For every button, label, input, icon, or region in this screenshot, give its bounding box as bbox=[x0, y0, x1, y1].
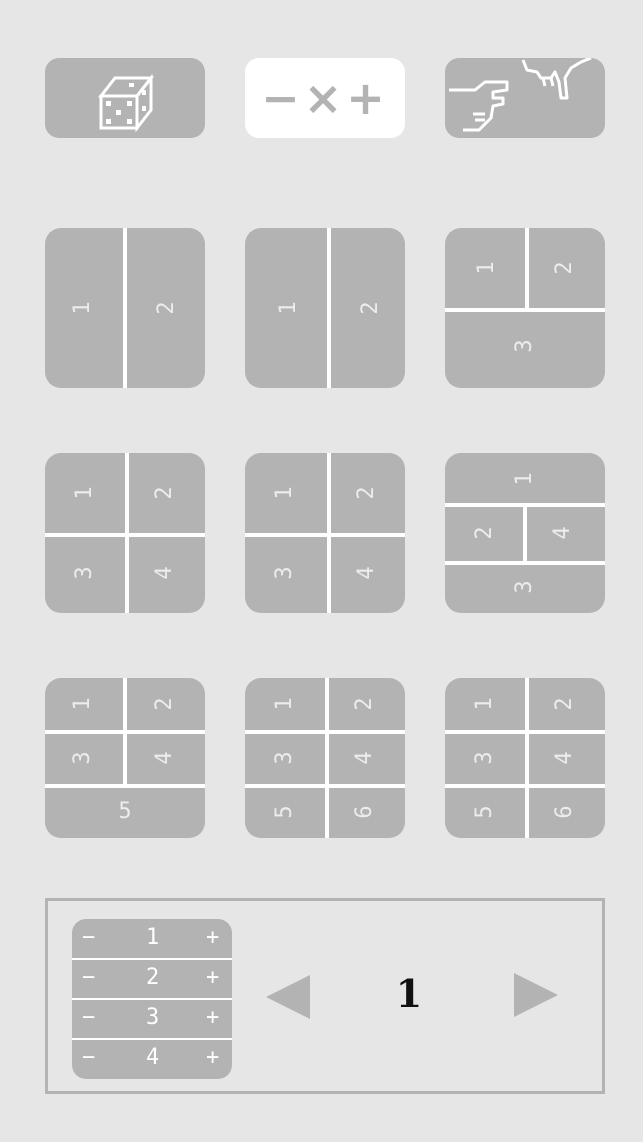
tile-divider bbox=[445, 308, 605, 312]
counter-row: − 1 + bbox=[72, 919, 232, 960]
region-label: 2 bbox=[152, 697, 177, 711]
layout-tile-two-vertical-a[interactable]: 12 bbox=[45, 228, 205, 388]
increment-button[interactable]: + bbox=[206, 965, 219, 990]
tile-divider bbox=[123, 678, 127, 784]
region-label: 2 bbox=[358, 301, 383, 315]
region-label: 5 bbox=[118, 799, 132, 824]
region-label: 6 bbox=[352, 805, 377, 819]
tile-divider bbox=[445, 561, 605, 565]
layout-tile-six-b[interactable]: 1 2 3 4 5 6 bbox=[445, 678, 605, 838]
region-label: 3 bbox=[272, 751, 297, 765]
tile-divider bbox=[525, 678, 529, 838]
region-label: 1 bbox=[276, 301, 301, 315]
dice-button[interactable] bbox=[45, 58, 205, 138]
increment-button[interactable]: + bbox=[206, 1045, 219, 1070]
region-label: 3 bbox=[70, 751, 95, 765]
tile-divider bbox=[327, 453, 331, 613]
layout-tile-four-grid-b[interactable]: 1 2 3 4 bbox=[245, 453, 405, 613]
region-label: 3 bbox=[72, 566, 97, 580]
counter-toggle-label: −×+ bbox=[261, 71, 389, 125]
decrement-button[interactable]: − bbox=[82, 965, 95, 990]
region-label: 2 bbox=[552, 697, 577, 711]
region-label: 6 bbox=[552, 805, 577, 819]
layout-tile-five[interactable]: 1 2 3 4 5 bbox=[45, 678, 205, 838]
pointing-hands-icon bbox=[449, 58, 592, 132]
region-label: 1 bbox=[512, 472, 537, 486]
region-label: 2 bbox=[154, 301, 179, 315]
dice-icon bbox=[97, 73, 155, 133]
tile-divider bbox=[123, 228, 127, 388]
tile-divider bbox=[523, 505, 527, 561]
region-label: 3 bbox=[472, 751, 497, 765]
tile-divider bbox=[125, 453, 129, 613]
next-arrow-icon[interactable] bbox=[514, 973, 558, 1017]
decrement-button[interactable]: − bbox=[82, 1005, 95, 1030]
counter-label: 3 bbox=[146, 1005, 160, 1030]
region-label: 4 bbox=[552, 751, 577, 765]
counter-label: 1 bbox=[146, 925, 160, 950]
tile-divider bbox=[327, 228, 331, 388]
counter-toggle-button[interactable]: −×+ bbox=[245, 58, 405, 138]
previous-arrow-icon[interactable] bbox=[266, 975, 310, 1019]
region-label: 1 bbox=[272, 486, 297, 500]
increment-button[interactable]: + bbox=[206, 925, 219, 950]
region-label: 3 bbox=[512, 339, 537, 353]
page-number: 1 bbox=[395, 971, 423, 1016]
layout-tile-two-vertical-b[interactable]: 12 bbox=[245, 228, 405, 388]
counter-rows: − 1 + − 2 + − 3 + − 4 + bbox=[72, 919, 232, 1079]
region-label: 2 bbox=[152, 486, 177, 500]
pointing-hands-button[interactable] bbox=[445, 58, 605, 138]
region-label: 4 bbox=[550, 526, 575, 540]
region-label: 1 bbox=[474, 261, 499, 275]
region-label: 2 bbox=[354, 486, 379, 500]
region-label: 2 bbox=[472, 526, 497, 540]
region-label: 1 bbox=[272, 697, 297, 711]
region-label: 4 bbox=[152, 566, 177, 580]
region-label: 4 bbox=[354, 566, 379, 580]
counter-label: 2 bbox=[146, 965, 160, 990]
increment-button[interactable]: + bbox=[206, 1005, 219, 1030]
region-label: 3 bbox=[512, 580, 537, 594]
region-label: 1 bbox=[70, 301, 95, 315]
region-label: 5 bbox=[272, 805, 297, 819]
layout-tile-four-cross[interactable]: 1 2 4 3 bbox=[445, 453, 605, 613]
tile-divider bbox=[245, 533, 405, 537]
decrement-button[interactable]: − bbox=[82, 925, 95, 950]
region-label: 1 bbox=[72, 486, 97, 500]
region-label: 4 bbox=[352, 751, 377, 765]
region-label: 2 bbox=[552, 261, 577, 275]
tile-divider bbox=[525, 228, 529, 308]
region-label: 1 bbox=[472, 697, 497, 711]
decrement-button[interactable]: − bbox=[82, 1045, 95, 1070]
layout-tile-six-a[interactable]: 1 2 3 4 5 6 bbox=[245, 678, 405, 838]
region-label: 1 bbox=[70, 697, 95, 711]
tile-divider bbox=[45, 784, 205, 788]
counter-label: 4 bbox=[146, 1045, 160, 1070]
region-label: 3 bbox=[272, 566, 297, 580]
tile-divider bbox=[325, 678, 329, 838]
counter-row: − 4 + bbox=[72, 1039, 232, 1079]
counter-row: − 2 + bbox=[72, 959, 232, 1000]
region-label: 4 bbox=[152, 751, 177, 765]
region-label: 5 bbox=[472, 805, 497, 819]
layout-tile-three-top-two-bottom-one[interactable]: 1 2 3 bbox=[445, 228, 605, 388]
layout-tile-four-grid-a[interactable]: 1 2 3 4 bbox=[45, 453, 205, 613]
counter-row: − 3 + bbox=[72, 999, 232, 1040]
counter-panel: − 1 + − 2 + − 3 + − 4 + 1 bbox=[45, 898, 605, 1094]
region-label: 2 bbox=[352, 697, 377, 711]
